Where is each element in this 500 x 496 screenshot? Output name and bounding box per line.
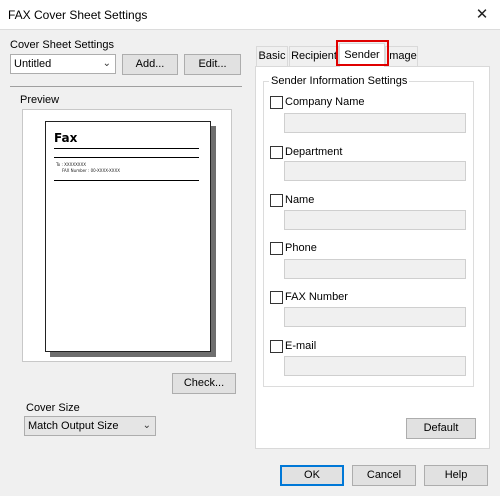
cover-size-select[interactable]: Match Output Size ⌄ xyxy=(24,416,156,436)
email-label: E-mail xyxy=(285,340,317,352)
divider xyxy=(54,148,199,149)
edit-button[interactable]: Edit... xyxy=(184,54,241,75)
email-checkbox[interactable] xyxy=(270,339,283,353)
email-checkbox-row[interactable]: E-mail xyxy=(270,339,316,353)
close-icon[interactable]: ✕ xyxy=(472,5,492,25)
cover-size-selected: Match Output Size xyxy=(28,420,119,432)
ok-button[interactable]: OK xyxy=(280,465,344,486)
preview-line-fax: FAX Number : 00-XXXX-XXXX xyxy=(62,168,120,173)
fax-number-field[interactable] xyxy=(284,307,466,327)
default-button[interactable]: Default xyxy=(406,418,476,439)
cover-sheet-label: Cover Sheet Settings xyxy=(10,39,114,51)
tab-recipient[interactable]: Recipient xyxy=(289,46,339,66)
email-field[interactable] xyxy=(284,356,466,376)
preview-line-recipient: To : XXXXXXXX xyxy=(56,162,87,167)
divider xyxy=(54,180,199,181)
company-name-label: Company Name xyxy=(285,96,365,108)
department-field[interactable] xyxy=(284,161,466,181)
phone-field[interactable] xyxy=(284,259,466,279)
tab-image[interactable]: Image xyxy=(385,46,418,66)
preview-label: Preview xyxy=(20,94,60,106)
cover-size-label: Cover Size xyxy=(26,402,80,414)
phone-checkbox[interactable] xyxy=(270,241,283,255)
name-checkbox-row[interactable]: Name xyxy=(270,193,314,207)
company-name-checkbox[interactable] xyxy=(270,95,283,109)
name-field[interactable] xyxy=(284,210,466,230)
cancel-button[interactable]: Cancel xyxy=(352,465,416,486)
help-button[interactable]: Help xyxy=(424,465,488,486)
department-checkbox[interactable] xyxy=(270,145,283,159)
tab-basic[interactable]: Basic xyxy=(256,46,288,66)
department-checkbox-row[interactable]: Department xyxy=(270,145,342,159)
name-checkbox[interactable] xyxy=(270,193,283,207)
preview-page-title: Fax xyxy=(54,131,78,145)
preview-page xyxy=(45,121,211,352)
check-button[interactable]: Check... xyxy=(172,373,236,394)
tab-sender[interactable]: Sender xyxy=(339,43,385,67)
fax-number-checkbox-row[interactable]: FAX Number xyxy=(270,290,348,304)
name-label: Name xyxy=(285,194,315,206)
cover-sheet-selected: Untitled xyxy=(14,58,52,70)
department-label: Department xyxy=(285,146,343,158)
chevron-down-icon: ⌄ xyxy=(142,420,151,431)
phone-checkbox-row[interactable]: Phone xyxy=(270,241,317,255)
chevron-down-icon: ⌄ xyxy=(102,58,111,69)
company-name-field[interactable] xyxy=(284,113,466,133)
fax-number-label: FAX Number xyxy=(285,291,348,303)
window-title: FAX Cover Sheet Settings xyxy=(8,8,148,22)
company-name-checkbox-row[interactable]: Company Name xyxy=(270,95,364,109)
cover-sheet-select[interactable]: Untitled ⌄ xyxy=(10,54,116,74)
separator xyxy=(10,86,242,87)
add-button[interactable]: Add... xyxy=(122,54,178,75)
phone-label: Phone xyxy=(285,242,317,254)
fax-number-checkbox[interactable] xyxy=(270,290,283,304)
divider xyxy=(54,157,199,158)
sender-info-group-label: Sender Information Settings xyxy=(269,75,410,87)
